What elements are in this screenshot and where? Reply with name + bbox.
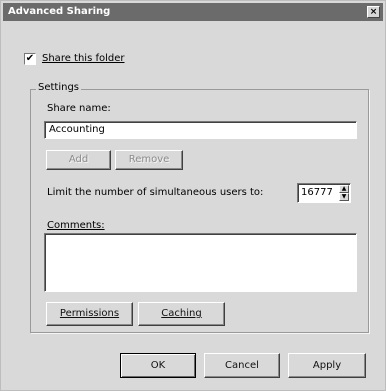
spin-up-button[interactable]: ▲ [339,185,349,193]
caching-button-label: Caching [161,308,202,319]
share-name-value: Accounting [49,124,105,135]
apply-button[interactable]: Apply [288,353,366,378]
close-button[interactable]: × [367,6,380,18]
share-name-label: Share name: [47,103,111,114]
limit-users-value: 16777 [301,187,333,198]
add-button-label: Add [68,154,89,165]
close-icon: × [369,7,378,17]
caching-button[interactable]: Caching [138,302,225,326]
share-name-input[interactable]: Accounting [44,121,357,139]
share-folder-label[interactable]: Share this folder [42,53,125,64]
remove-button[interactable]: Remove [115,150,183,170]
permissions-button-label: Permissions [59,308,120,319]
title-bar[interactable]: Advanced Sharing × [3,3,383,21]
limit-users-spinner[interactable]: 16777 ▲ ▼ [297,183,351,203]
limit-users-label: Limit the number of simultaneous users t… [47,187,264,198]
spin-down-button[interactable]: ▼ [339,193,349,201]
share-folder-checkbox[interactable]: ✔ [24,53,36,65]
chevron-down-icon: ▼ [341,193,347,200]
cancel-button[interactable]: Cancel [204,353,280,378]
comments-textarea[interactable] [44,233,357,292]
add-button[interactable]: Add [46,150,111,170]
permissions-button[interactable]: Permissions [46,302,133,326]
check-icon: ✔ [25,53,35,64]
remove-button-label: Remove [128,154,170,165]
advanced-sharing-dialog: Advanced Sharing × ✔ Share this folder S… [0,0,386,391]
comments-label: Comments: [47,220,105,231]
ok-button-label: OK [150,360,166,371]
apply-button-label: Apply [312,360,342,371]
cancel-button-label: Cancel [225,360,259,371]
window-title: Advanced Sharing [8,6,111,17]
chevron-up-icon: ▲ [341,185,347,192]
settings-legend: Settings [36,82,82,93]
ok-button[interactable]: OK [120,353,196,378]
